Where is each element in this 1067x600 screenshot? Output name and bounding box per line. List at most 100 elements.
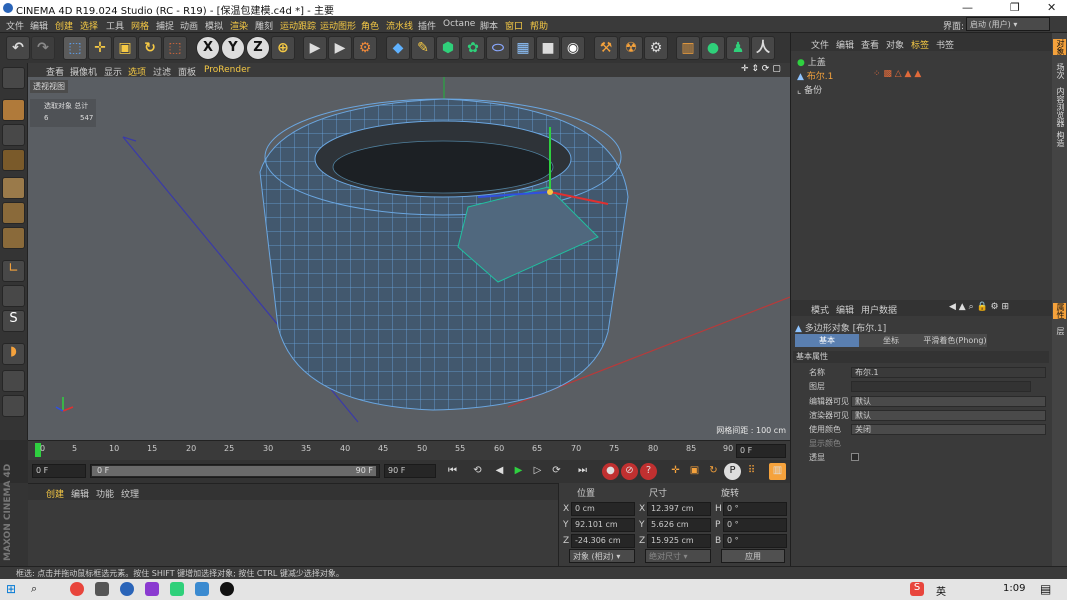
live-select-icon[interactable]: ⬚ — [63, 36, 87, 60]
snap-settings-icon[interactable]: ⚙ — [644, 36, 668, 60]
coord-mode-select[interactable]: 对象 (相对) ▾ — [569, 549, 635, 563]
obj-menu-object[interactable]: 对象 — [886, 38, 904, 51]
rotate-icon[interactable]: ↻ — [138, 36, 162, 60]
use-color-select[interactable]: 关闭 — [851, 424, 1046, 435]
scale-icon[interactable]: ▣ — [113, 36, 137, 60]
menu-plugins[interactable]: 插件 — [418, 19, 436, 32]
attr-menu-edit[interactable]: 编辑 — [836, 303, 854, 316]
floor-icon[interactable]: ▦ — [511, 36, 535, 60]
menu-mograph[interactable]: 运动图形 — [320, 19, 356, 32]
timeline-window-icon[interactable]: ▥ — [769, 463, 786, 480]
attr-tab-phong[interactable]: 平滑着色(Phong) — [923, 334, 987, 347]
apply-button[interactable]: 应用 — [721, 549, 785, 563]
size-x-field[interactable]: 12.397 cm — [647, 502, 711, 516]
obj-menu-tags[interactable]: 标签 — [911, 38, 929, 51]
material-menu-edit[interactable]: 编辑 — [71, 487, 89, 500]
obj-menu-file[interactable]: 文件 — [811, 38, 829, 51]
attr-menu-mode[interactable]: 模式 — [811, 303, 829, 316]
lock-workplane-icon[interactable] — [2, 370, 25, 392]
cube-icon[interactable]: ◆ — [386, 36, 410, 60]
render-settings-icon[interactable]: ⚙ — [353, 36, 377, 60]
menu-help[interactable]: 帮助 — [530, 19, 548, 32]
name-field[interactable]: 布尔.1 — [851, 367, 1046, 378]
menu-animate[interactable]: 动画 — [180, 19, 198, 32]
ime-mode[interactable]: 英 — [936, 583, 946, 598]
menu-render[interactable]: 渲染 — [230, 19, 248, 32]
snap-icon[interactable]: S — [2, 310, 25, 332]
timeline-ruler[interactable]: 0 5 10 15 20 25 30 35 40 45 50 55 60 65 … — [28, 440, 790, 460]
prev-key-icon[interactable]: ⟲ — [469, 463, 486, 480]
search-icon[interactable]: ⌕ — [31, 582, 45, 596]
menu-select[interactable]: 选择 — [80, 19, 98, 32]
wechat-icon[interactable] — [170, 582, 184, 596]
material-manager[interactable]: 创建 编辑 功能 纹理 — [28, 483, 558, 566]
frame-range-slider[interactable]: 0 F 90 F — [90, 464, 380, 478]
attr-nav-icons[interactable]: ◀ ▲ ⌕ 🔒 ⚙ ⊞ — [949, 302, 1009, 312]
material-menu-create[interactable]: 创建 — [46, 487, 64, 500]
object-tags-icon[interactable]: ⁘ ▩ △ ▲ ▲ — [873, 69, 921, 79]
notification-icon[interactable]: ▤ — [1040, 582, 1054, 596]
size-z-field[interactable]: 15.925 cm — [647, 534, 711, 548]
points-mode-icon[interactable] — [2, 177, 25, 199]
undo-icon[interactable]: ↶ — [6, 36, 30, 60]
autokey-icon[interactable]: ⊘ — [621, 463, 638, 480]
tweak-mode-icon[interactable] — [2, 285, 25, 307]
xray-checkbox[interactable] — [851, 453, 859, 461]
menu-tools[interactable]: 工具 — [106, 19, 124, 32]
magnet-icon[interactable]: ◗ — [2, 343, 25, 365]
clock[interactable]: 1:09 — [1003, 583, 1025, 594]
attr-tab-coordinates[interactable]: 坐标 — [859, 334, 923, 347]
menu-file[interactable]: 文件 — [6, 19, 24, 32]
polygons-mode-icon[interactable] — [2, 227, 25, 249]
next-key-icon[interactable]: ⟳ — [548, 463, 565, 480]
pen-spline-icon[interactable]: ✎ — [411, 36, 435, 60]
menu-pipeline[interactable]: 流水线 — [386, 19, 413, 32]
planar-workplane-icon[interactable] — [2, 395, 25, 417]
workplane-mode-icon[interactable] — [2, 149, 25, 171]
sphere-icon[interactable]: ● — [701, 36, 725, 60]
menu-window[interactable]: 窗口 — [505, 19, 523, 32]
goto-end-icon[interactable]: ⏭ — [574, 463, 591, 480]
sogou-ime-icon[interactable]: S — [910, 582, 924, 596]
axis-mode-icon[interactable]: ∟ — [2, 260, 25, 282]
object-row-backup[interactable]: ⌞ 备份 — [797, 83, 822, 96]
side-tab-takes[interactable]: 场次 — [1053, 63, 1066, 79]
viewport-nav-icons[interactable]: ✛ ⇕ ⟳ ▢ — [741, 64, 781, 74]
rotation-b-field[interactable]: 0 ° — [723, 534, 787, 548]
object-row-lid[interactable]: ● 上盖 — [797, 55, 826, 68]
recent-tools-icon[interactable]: ⬚ — [163, 36, 187, 60]
menu-character[interactable]: 角色 — [361, 19, 379, 32]
settings-icon[interactable] — [95, 582, 109, 596]
layer-field[interactable] — [851, 381, 1031, 392]
side-tab-layers[interactable]: 层 — [1053, 327, 1066, 335]
obj-menu-bookmarks[interactable]: 书签 — [936, 38, 954, 51]
close-button[interactable]: ✕ — [1047, 1, 1056, 14]
side-tab-objects[interactable]: 对象 — [1053, 39, 1066, 55]
key-pla-icon[interactable]: ⠿ — [743, 463, 760, 480]
material-menu-function[interactable]: 功能 — [96, 487, 114, 500]
make-editable-icon[interactable] — [2, 67, 25, 89]
x-axis-lock-icon[interactable]: X — [196, 36, 220, 60]
player-icon[interactable] — [220, 582, 234, 596]
explorer-icon[interactable] — [195, 582, 209, 596]
rotation-h-field[interactable]: 0 ° — [723, 502, 787, 516]
menu-simulate[interactable]: 模拟 — [205, 19, 223, 32]
y-axis-lock-icon[interactable]: Y — [221, 36, 245, 60]
menu-snap[interactable]: 捕捉 — [156, 19, 174, 32]
position-y-field[interactable]: 92.101 cm — [571, 518, 635, 532]
perspective-viewport[interactable]: 透视视图 选取对象 总计 6 547 网格间距 : 100 cm — [28, 77, 790, 440]
light-icon[interactable]: ◉ — [561, 36, 585, 60]
menu-motion-tracking[interactable]: 运动跟踪 — [280, 19, 316, 32]
minimize-button[interactable]: — — [962, 1, 973, 14]
side-tab-structure[interactable]: 构造 — [1053, 131, 1066, 147]
material-menu-texture[interactable]: 纹理 — [121, 487, 139, 500]
menu-sculpt[interactable]: 雕刻 — [255, 19, 273, 32]
cloner-icon[interactable]: ✿ — [461, 36, 485, 60]
prev-frame-icon[interactable]: ◀ — [491, 463, 508, 480]
start-frame-field[interactable]: 0 F — [32, 464, 86, 478]
render-visible-select[interactable]: 默认 — [851, 410, 1046, 421]
render-tag-icon[interactable]: ☢ — [619, 36, 643, 60]
redo-icon[interactable]: ↷ — [31, 36, 55, 60]
cinema4d-taskbar-icon[interactable] — [120, 582, 134, 596]
layout-select[interactable]: 启动 (用户) ▾ — [966, 17, 1050, 31]
